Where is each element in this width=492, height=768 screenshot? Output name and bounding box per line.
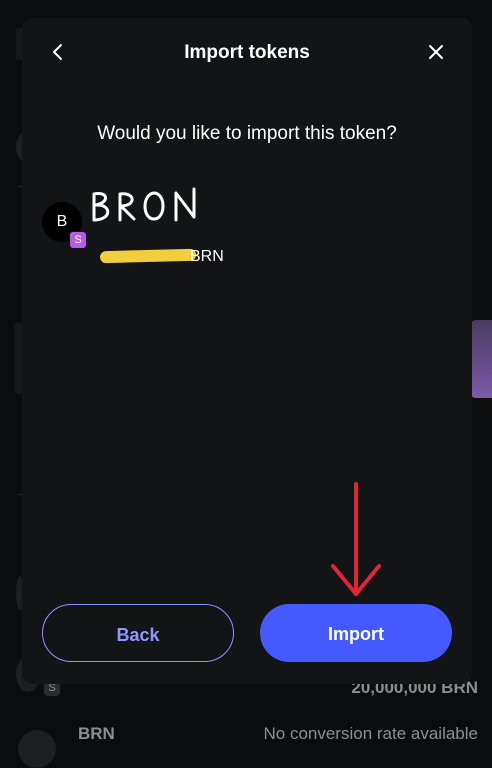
token-to-import: B S BRN	[42, 184, 442, 265]
import-tokens-modal: Import tokens Would you like to import t…	[22, 18, 472, 684]
bg-token-avatar	[18, 730, 56, 768]
token-symbol: BRN	[190, 248, 224, 265]
back-button[interactable]: Back	[42, 604, 234, 662]
annotation-arrow-down-icon	[331, 482, 381, 596]
handwritten-token-name	[92, 187, 196, 222]
modal-title: Import tokens	[184, 42, 310, 63]
close-button[interactable]	[424, 40, 448, 64]
bg-token-name: BRN	[78, 724, 115, 743]
import-button[interactable]: Import	[260, 604, 452, 662]
import-question: Would you like to import this token?	[97, 123, 397, 144]
bg-conversion-rate: No conversion rate available	[263, 724, 478, 743]
close-icon	[429, 45, 443, 59]
network-badge: S	[69, 231, 87, 249]
redaction-mark	[99, 248, 197, 264]
bg-promo-banner	[470, 320, 492, 398]
